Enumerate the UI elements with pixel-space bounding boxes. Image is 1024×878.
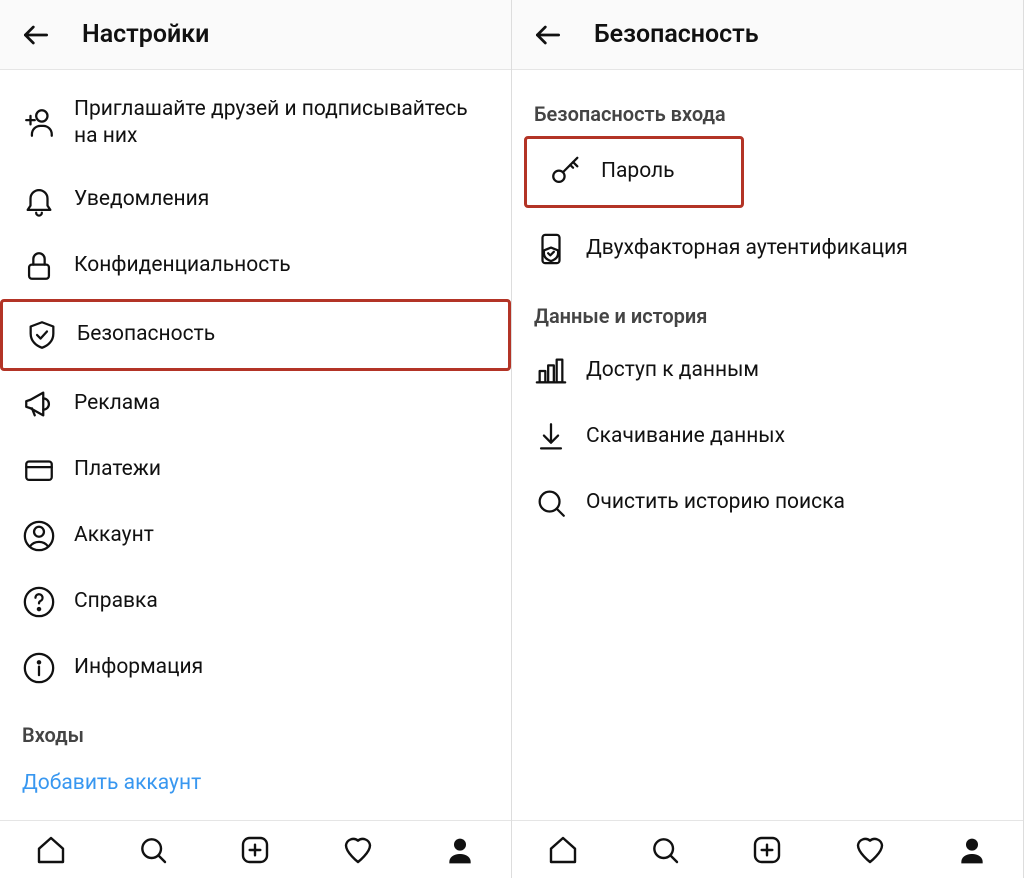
megaphone-icon — [22, 387, 56, 421]
settings-item-info[interactable]: Информация — [0, 635, 511, 701]
home-icon[interactable] — [547, 834, 579, 866]
section-login-security: Безопасность входа — [512, 80, 1023, 136]
settings-item-privacy[interactable]: Конфиденциальность — [0, 233, 511, 299]
item-label: Реклама — [74, 390, 160, 417]
search-icon — [534, 486, 568, 520]
search-icon[interactable] — [137, 834, 169, 866]
settings-item-help[interactable]: Справка — [0, 569, 511, 635]
item-label: Платежи — [74, 456, 161, 483]
header: Безопасность — [512, 0, 1023, 70]
help-icon — [22, 585, 56, 619]
card-icon — [22, 453, 56, 487]
tab-bar — [0, 820, 511, 878]
item-label: Конфиденциальность — [74, 252, 291, 279]
settings-list: Приглашайте друзей и подписывайтесь на н… — [0, 70, 511, 820]
item-label: Пароль — [601, 158, 675, 185]
item-label: Безопасность — [77, 321, 215, 348]
security-item-download[interactable]: Скачивание данных — [512, 404, 1023, 470]
account-icon — [22, 519, 56, 553]
key-icon — [549, 155, 583, 189]
heart-icon[interactable] — [854, 834, 886, 866]
settings-item-account[interactable]: Аккаунт — [0, 503, 511, 569]
item-label: Двухфакторная аутентификация — [586, 235, 908, 262]
home-icon[interactable] — [35, 834, 67, 866]
item-label: Уведомления — [74, 186, 209, 213]
item-label: Информация — [74, 654, 203, 681]
download-icon — [534, 420, 568, 454]
security-item-two-factor[interactable]: Двухфакторная аутентификация — [512, 216, 1023, 282]
add-user-icon — [22, 106, 56, 140]
security-item-clear-search[interactable]: Очистить историю поиска — [512, 470, 1023, 536]
logins-heading: Входы — [0, 701, 511, 757]
tab-bar — [512, 820, 1023, 878]
section-data-history: Данные и история — [512, 282, 1023, 338]
back-icon[interactable] — [20, 19, 52, 51]
settings-item-security[interactable]: Безопасность — [0, 299, 511, 371]
item-label: Аккаунт — [74, 522, 154, 549]
settings-item-notifications[interactable]: Уведомления — [0, 167, 511, 233]
two-factor-icon — [534, 232, 568, 266]
search-icon[interactable] — [649, 834, 681, 866]
back-icon[interactable] — [532, 19, 564, 51]
security-list: Безопасность входа Пароль Двухфакторная … — [512, 70, 1023, 820]
profile-icon[interactable] — [444, 834, 476, 866]
settings-item-invite[interactable]: Приглашайте друзей и подписывайтесь на н… — [0, 80, 511, 167]
info-icon — [22, 651, 56, 685]
security-item-data-access[interactable]: Доступ к данным — [512, 338, 1023, 404]
item-label: Очистить историю поиска — [586, 489, 845, 516]
settings-pane: Настройки Приглашайте друзей и подписыва… — [0, 0, 512, 878]
item-label: Доступ к данным — [586, 357, 759, 384]
heart-icon[interactable] — [342, 834, 374, 866]
settings-item-ads[interactable]: Реклама — [0, 371, 511, 437]
profile-icon[interactable] — [956, 834, 988, 866]
add-account-link[interactable]: Добавить аккаунт — [0, 757, 511, 809]
add-post-icon[interactable] — [751, 834, 783, 866]
settings-item-payments[interactable]: Платежи — [0, 437, 511, 503]
shield-icon — [25, 318, 59, 352]
item-label: Приглашайте друзей и подписывайтесь на н… — [74, 96, 489, 151]
chart-icon — [534, 354, 568, 388]
bell-icon — [22, 183, 56, 217]
security-item-password[interactable]: Пароль — [524, 136, 744, 208]
item-label: Скачивание данных — [586, 423, 785, 450]
add-post-icon[interactable] — [239, 834, 271, 866]
page-title: Настройки — [82, 20, 209, 49]
header: Настройки — [0, 0, 511, 70]
item-label: Справка — [74, 588, 158, 615]
lock-icon — [22, 249, 56, 283]
page-title: Безопасность — [594, 20, 759, 49]
security-pane: Безопасность Безопасность входа Пароль Д… — [512, 0, 1024, 878]
